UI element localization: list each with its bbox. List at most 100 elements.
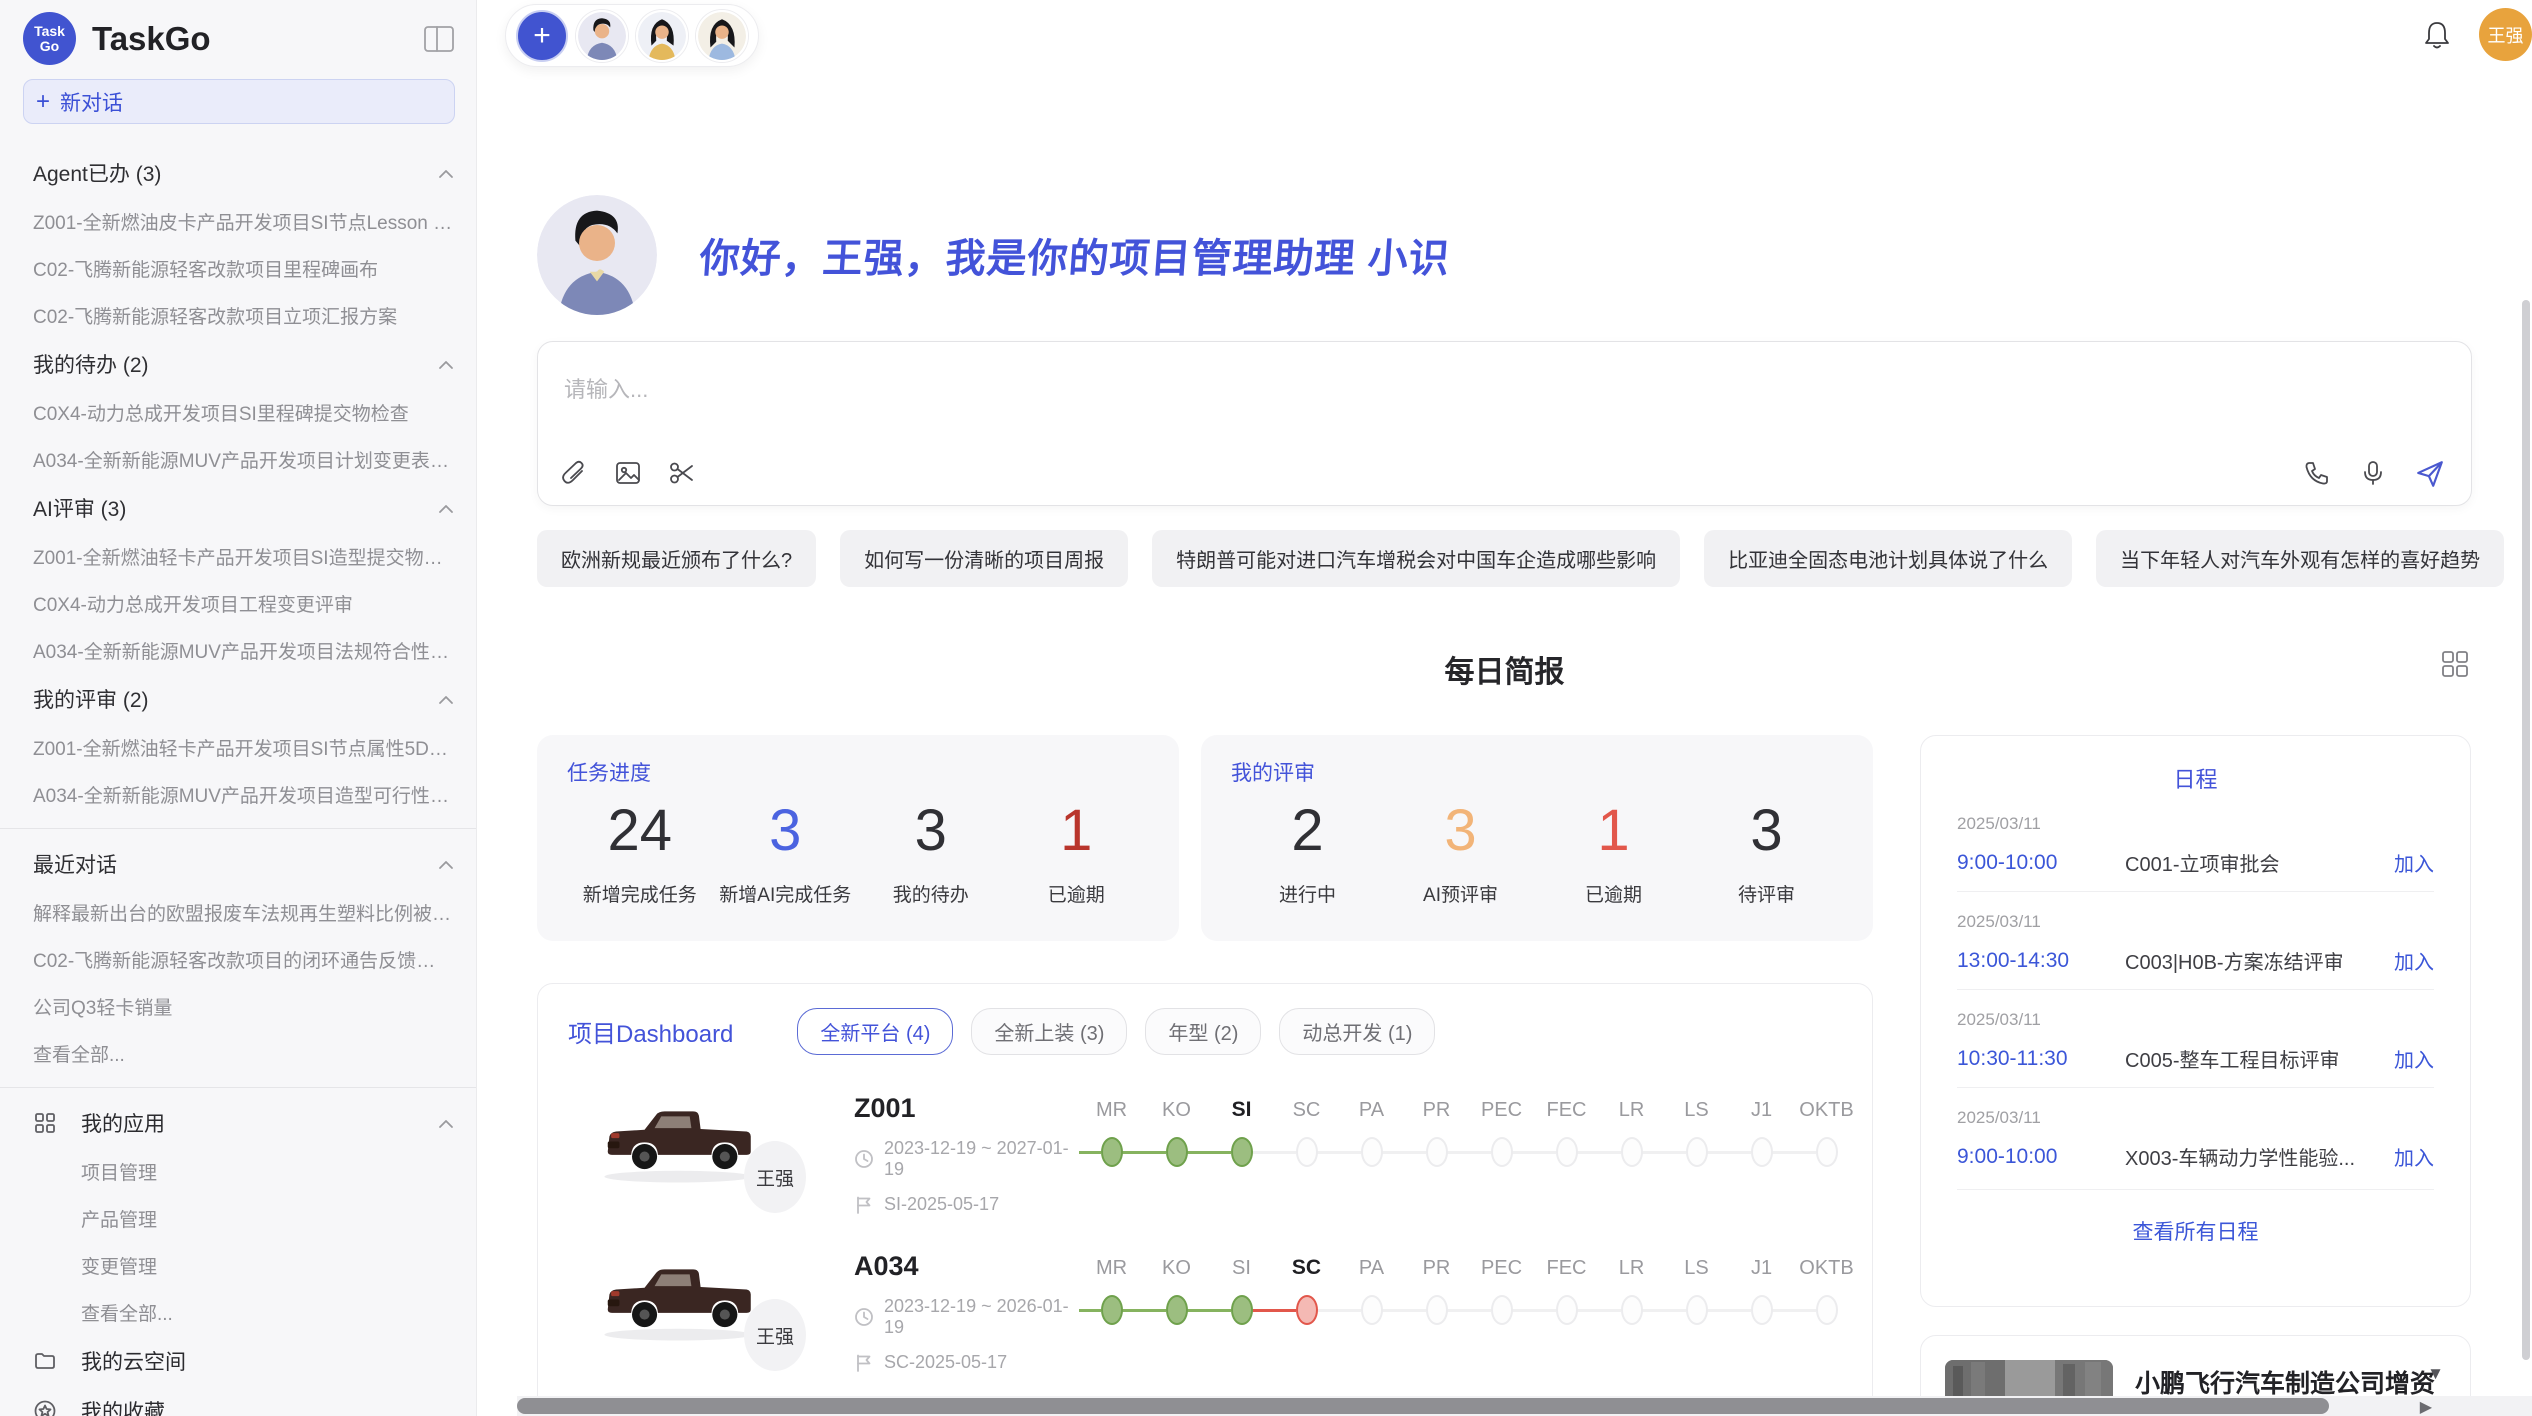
suggestion-chip[interactable]: 当下年轻人对汽车外观有怎样的喜好趋势 xyxy=(2096,530,2504,587)
schedule-view-all-link[interactable]: 查看所有日程 xyxy=(1957,1189,2434,1272)
divider xyxy=(0,1087,476,1088)
new-chat-button[interactable]: + 新对话 xyxy=(23,79,455,124)
event-name: C003|H0B-方案冻结评审 xyxy=(2125,946,2380,975)
sidebar-item[interactable]: C02-飞腾新能源轻客改款项目立项汇报方案 xyxy=(0,292,476,339)
project-info: A034 2023-12-19 ~ 2026-01-19 SC-2025-05-… xyxy=(854,1251,1079,1371)
suggestion-chip[interactable]: 比亚迪全固态电池计划具体说了什么 xyxy=(1704,530,2072,587)
plus-icon: + xyxy=(36,88,50,116)
horizontal-scrollbar[interactable]: ▶ xyxy=(517,1396,2532,1416)
chevron-up-icon xyxy=(438,852,454,876)
event-join-link[interactable]: 加入 xyxy=(2394,1142,2434,1171)
sidebar-item[interactable]: C0X4-动力总成开发项目SI里程碑提交物检查 xyxy=(0,389,476,436)
suggestion-chip[interactable]: 如何写一份清晰的项目周报 xyxy=(840,530,1128,587)
sidebar-item[interactable]: 解释最新出台的欧盟报废车法规再生塑料比例被调至15%... xyxy=(0,889,476,936)
dashboard-filter-chip[interactable]: 全新平台 (4) xyxy=(797,1008,953,1055)
send-icon[interactable] xyxy=(2415,459,2445,489)
sidebar-app-item[interactable]: 查看全部... xyxy=(0,1289,476,1336)
sidebar-app-item[interactable]: 项目管理 xyxy=(0,1148,476,1195)
sidebar-collapse-icon[interactable] xyxy=(422,24,456,54)
sidebar-section-header[interactable]: 最近对话 xyxy=(0,839,476,889)
sidebar-item[interactable]: Z001-全新燃油轻卡产品开发项目SI造型提交物评审 xyxy=(0,533,476,580)
schedule-event: 2025/03/11 10:30-11:30 C005-整车工程目标评审 加入 xyxy=(1957,990,2434,1088)
agent-avatar-2[interactable] xyxy=(636,10,688,62)
sidebar-section-header[interactable]: Agent已办 (3) xyxy=(0,148,476,198)
project-owner-badge: 王强 xyxy=(744,1299,806,1371)
sidebar-item[interactable]: A034-全新新能源MUV产品开发项目造型可行性评审 xyxy=(0,771,476,818)
sidebar-item[interactable]: 查看全部... xyxy=(0,1030,476,1077)
add-agent-button[interactable]: + xyxy=(516,10,568,62)
assistant-avatar xyxy=(537,195,657,315)
milestone-station: OKTB xyxy=(1794,1253,1859,1371)
briefing-layout-icon[interactable] xyxy=(2440,649,2472,681)
section-title: AI评审 (3) xyxy=(33,493,438,523)
milestone-label: OKTB xyxy=(1794,1095,1859,1125)
sidebar-item[interactable]: Z001-全新燃油皮卡产品开发项目SI节点Lesson Learn报告 xyxy=(0,198,476,245)
milestone-station: SC xyxy=(1274,1095,1339,1213)
event-join-link[interactable]: 加入 xyxy=(2394,946,2434,975)
sidebar-item[interactable]: 公司Q3轻卡销量 xyxy=(0,983,476,1030)
sidebar-item-label: 我的云空间 xyxy=(81,1346,186,1376)
flag-icon xyxy=(854,1195,874,1215)
scissors-icon[interactable] xyxy=(668,459,698,489)
schedule-event: 2025/03/11 9:00-10:00 X003-车辆动力学性能验... 加… xyxy=(1957,1088,2434,1185)
sidebar-section-header[interactable]: 我的待办 (2) xyxy=(0,339,476,389)
notifications-bell-icon[interactable] xyxy=(2423,20,2451,50)
milestone-station: MR xyxy=(1079,1095,1144,1213)
milestone-dot xyxy=(1751,1137,1773,1167)
sidebar-app-item[interactable]: 变更管理 xyxy=(0,1242,476,1289)
agent-avatar-1[interactable] xyxy=(576,10,628,62)
paperclip-icon[interactable] xyxy=(560,459,590,489)
sidebar-app-item[interactable]: 产品管理 xyxy=(0,1195,476,1242)
chat-input[interactable]: 请输入... xyxy=(537,341,2472,506)
milestone-label: PA xyxy=(1339,1253,1404,1283)
suggestion-chip[interactable]: 欧洲新规最近颁布了什么? xyxy=(537,530,816,587)
sidebar-item[interactable]: C02-飞腾新能源轻客改款项目里程碑画布 xyxy=(0,245,476,292)
milestone-station: FEC xyxy=(1534,1095,1599,1213)
project-row[interactable]: 王强 Z001 2023-12-19 ~ 2027-01-19 SI-2025-… xyxy=(568,1093,1842,1213)
phone-icon[interactable] xyxy=(2303,459,2333,489)
horizontal-scrollbar-thumb[interactable] xyxy=(517,1398,2329,1414)
vertical-scrollbar-thumb[interactable] xyxy=(2522,300,2530,1360)
briefing-card-title: 我的评审 xyxy=(1231,757,1843,787)
agent-avatar-3[interactable] xyxy=(696,10,748,62)
stat-label: 进行中 xyxy=(1231,880,1384,907)
milestone-station: SI xyxy=(1209,1095,1274,1213)
event-join-link[interactable]: 加入 xyxy=(2394,848,2434,877)
sidebar-section-header[interactable]: 我的评审 (2) xyxy=(0,674,476,724)
dashboard-filter-chip[interactable]: 全新上装 (3) xyxy=(971,1008,1127,1055)
dashboard-filter-chip[interactable]: 年型 (2) xyxy=(1145,1008,1261,1055)
sidebar-item-folder[interactable]: 我的云空间 xyxy=(0,1336,476,1386)
sidebar-item-star[interactable]: 我的收藏 xyxy=(0,1386,476,1416)
milestone-station: PEC xyxy=(1469,1095,1534,1213)
sidebar-item[interactable]: A034-全新新能源MUV产品开发项目法规符合性评审 xyxy=(0,627,476,674)
project-dates: 2023-12-19 ~ 2026-01-19 xyxy=(854,1296,1079,1338)
event-time: 9:00-10:00 xyxy=(1957,851,2125,875)
microphone-icon[interactable] xyxy=(2359,459,2389,489)
sidebar-item-my-apps[interactable]: 我的应用 xyxy=(0,1098,476,1148)
stat-label: 已逾期 xyxy=(1004,880,1150,907)
dashboard-filter-chip[interactable]: 动总开发 (1) xyxy=(1279,1008,1435,1055)
sidebar-item[interactable]: C02-飞腾新能源轻客改款项目的闭环通告反馈情况 xyxy=(0,936,476,983)
suggestion-chip[interactable]: 特朗普可能对进口汽车增税会对中国车企造成哪些影响 xyxy=(1152,530,1680,587)
section-title: Agent已办 (3) xyxy=(33,158,438,188)
scroll-down-indicator[interactable]: ▼ xyxy=(2427,1364,2444,1384)
project-code: A034 xyxy=(854,1251,1079,1282)
chat-input-placeholder: 请输入... xyxy=(564,372,648,404)
milestone-label: J1 xyxy=(1729,1253,1794,1283)
project-row[interactable]: 王强 A034 2023-12-19 ~ 2026-01-19 SC-2025-… xyxy=(568,1251,1842,1371)
stat-value: 1 xyxy=(1004,797,1150,864)
sidebar-section-header[interactable]: AI评审 (3) xyxy=(0,483,476,533)
stat-label: 已逾期 xyxy=(1537,880,1690,907)
sidebar-item[interactable]: Z001-全新燃油轻卡产品开发项目SI节点属性5D文件评审 xyxy=(0,724,476,771)
scroll-right-arrow[interactable]: ▶ xyxy=(2420,1397,2432,1416)
stat-value: 3 xyxy=(713,797,859,864)
user-avatar[interactable]: 王强 xyxy=(2479,8,2532,61)
right-column: 日程 2025/03/11 9:00-10:00 C001-立项审批会 加入 2… xyxy=(1920,735,2471,1416)
stat: 1已逾期 xyxy=(1537,797,1690,907)
app-logo-text-1: Task xyxy=(34,24,65,39)
sidebar-item[interactable]: C0X4-动力总成开发项目工程变更评审 xyxy=(0,580,476,627)
image-icon[interactable] xyxy=(614,459,644,489)
event-join-link[interactable]: 加入 xyxy=(2394,1044,2434,1073)
greeting-block: 你好，王强，我是你的项目管理助理 小识 xyxy=(537,128,2472,315)
sidebar-item[interactable]: A034-全新新能源MUV产品开发项目计划变更表编写 xyxy=(0,436,476,483)
